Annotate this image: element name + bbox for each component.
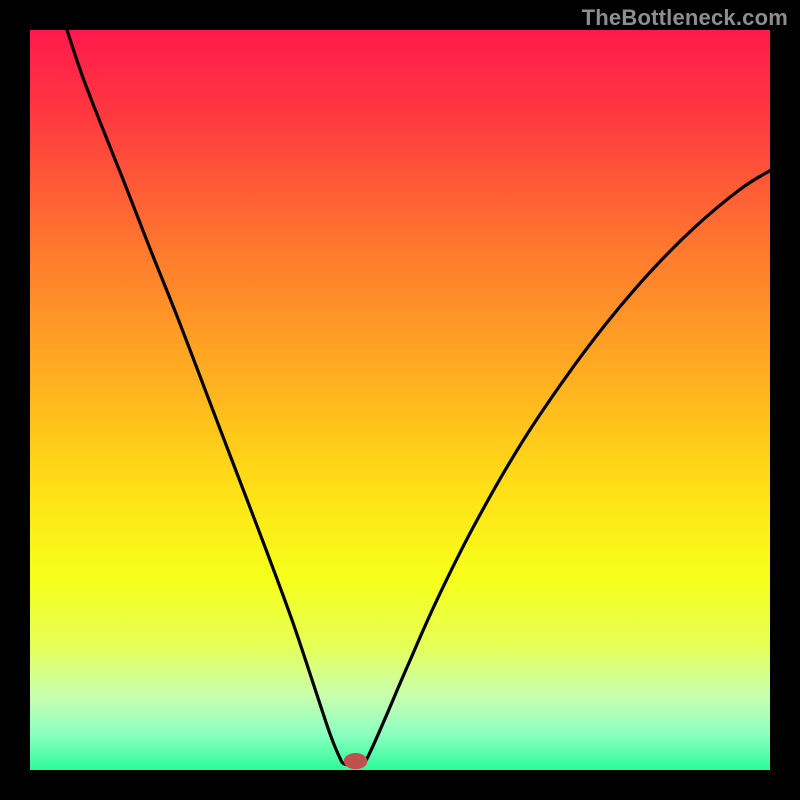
minimum-marker	[344, 753, 368, 769]
watermark-text: TheBottleneck.com	[582, 5, 788, 31]
plot-background	[30, 30, 770, 770]
bottleneck-chart	[0, 0, 800, 800]
chart-frame	[0, 0, 800, 800]
